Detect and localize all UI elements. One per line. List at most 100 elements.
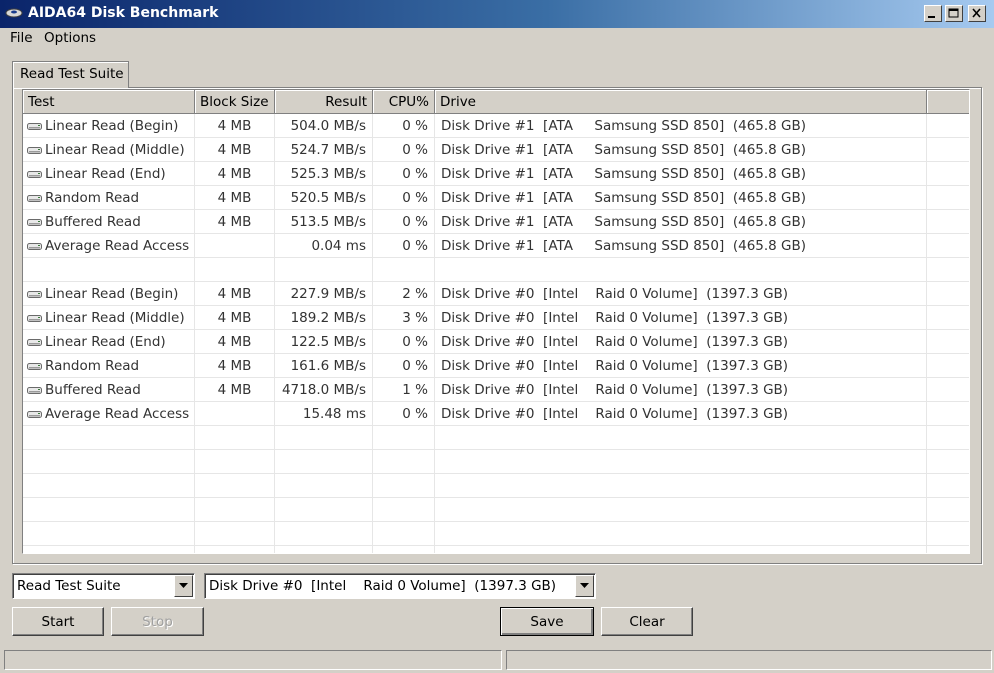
table-row[interactable] [23,498,969,522]
cell-test [23,498,195,521]
cell-cpu: 0 % [373,162,435,185]
table-row[interactable]: Linear Read (End) 4 MB 525.3 MB/s 0 % Disk D… [23,162,969,186]
table-row[interactable]: Linear Read (Middle) 4 MB 524.7 MB/s 0 % Dis… [23,138,969,162]
maximize-button[interactable] [945,5,963,22]
table-row[interactable] [23,450,969,474]
cell-test: Random Read [23,186,195,209]
test-name: Buffered Read [45,214,141,230]
clear-button[interactable]: Clear [601,607,693,636]
cell-filler [927,498,969,521]
close-button[interactable] [968,5,986,22]
cell-result: 524.7 MB/s [275,138,373,161]
hard-drive-icon [27,359,42,375]
test-name: Random Read [45,190,140,206]
menu-file[interactable]: File [8,30,35,46]
window-title: AIDA64 Disk Benchmark [28,5,219,21]
list-body: Linear Read (Begin) 4 MB 504.0 MB/s 0 % Disk… [23,114,969,553]
test-name: Average Read Access [45,406,190,422]
table-row[interactable]: Linear Read (Begin) 4 MB 227.9 MB/s 2 % Disk… [23,282,969,306]
column-header-test[interactable]: Test [23,90,195,114]
hard-drive-icon [27,335,42,351]
tab-label: Read Test Suite [20,66,124,82]
cell-test: Average Read Access [23,402,195,425]
status-pane-left [4,650,502,670]
test-name: Linear Read (Begin) [45,118,179,134]
cell-drive [435,426,927,449]
cell-result [275,450,373,473]
cell-result: 0.04 ms [275,234,373,257]
column-header-drive[interactable]: Drive [435,90,927,114]
minimize-button[interactable] [924,5,942,22]
cell-result [275,426,373,449]
cell-result: 504.0 MB/s [275,114,373,137]
cell-block-size [195,234,275,257]
table-row[interactable]: Buffered Read 4 MB 4718.0 MB/s 1 % Disk Driv… [23,378,969,402]
drive-dropdown-button[interactable] [575,575,594,597]
table-row[interactable] [23,474,969,498]
table-row[interactable]: Random Read 4 MB 520.5 MB/s 0 % Disk Drive #… [23,186,969,210]
cell-test: Linear Read (Begin) [23,282,195,305]
cell-block-size [195,402,275,425]
table-row[interactable] [23,546,969,553]
cell-drive [435,546,927,553]
save-button[interactable]: Save [500,607,594,636]
cell-test: Linear Read (Middle) [23,138,195,161]
cell-test: Buffered Read [23,378,195,401]
cell-result: 122.5 MB/s [275,330,373,353]
hard-drive-icon [27,239,42,255]
cell-cpu [373,546,435,553]
table-row[interactable]: Linear Read (Begin) 4 MB 504.0 MB/s 0 % Disk… [23,114,969,138]
cell-cpu: 0 % [373,330,435,353]
test-suite-select[interactable]: Read Test Suite [12,573,195,599]
table-row[interactable]: Random Read 4 MB 161.6 MB/s 0 % Disk Drive #… [23,354,969,378]
column-header-filler [927,90,969,114]
cell-filler [927,282,969,305]
cell-filler [927,426,969,449]
cell-result [275,522,373,545]
tab-read-test-suite[interactable]: Read Test Suite [12,61,129,88]
table-row[interactable]: Linear Read (End) 4 MB 122.5 MB/s 0 % Disk D… [23,330,969,354]
title-bar[interactable]: AIDA64 Disk Benchmark [0,0,994,28]
cell-test: Average Read Access [23,234,195,257]
test-name: Average Read Access [45,238,190,254]
table-row[interactable] [23,258,969,282]
table-row[interactable]: Buffered Read 4 MB 513.5 MB/s 0 % Disk Drive… [23,210,969,234]
table-row[interactable]: Linear Read (Middle) 4 MB 189.2 MB/s 3 % Dis… [23,306,969,330]
cell-drive: Disk Drive #1 [ATA Samsung SSD 850] (465… [435,138,927,161]
table-row[interactable] [23,426,969,450]
cell-result: 525.3 MB/s [275,162,373,185]
hard-drive-icon [27,167,42,183]
table-row[interactable]: Average Read Access 0.04 ms 0 % Disk Drive … [23,234,969,258]
cell-test: Linear Read (Middle) [23,306,195,329]
cell-block-size: 4 MB [195,186,275,209]
cell-drive: Disk Drive #1 [ATA Samsung SSD 850] (465… [435,114,927,137]
test-suite-select-value: Read Test Suite [17,578,121,594]
cell-filler [927,210,969,233]
column-header-result[interactable]: Result [275,90,373,114]
cell-filler [927,474,969,497]
column-header-block-size[interactable]: Block Size [195,90,275,114]
cell-drive: Disk Drive #1 [ATA Samsung SSD 850] (465… [435,186,927,209]
cell-block-size [195,474,275,497]
start-button[interactable]: Start [12,607,104,636]
results-list[interactable]: Test Block Size Result CPU% Drive Linear… [22,89,970,554]
drive-select[interactable]: Disk Drive #0 [Intel Raid 0 Volume] (139… [204,573,596,599]
table-row[interactable]: Average Read Access 15.48 ms 0 % Disk Drive… [23,402,969,426]
cell-cpu: 0 % [373,114,435,137]
cell-block-size: 4 MB [195,354,275,377]
table-row[interactable] [23,522,969,546]
cell-cpu: 0 % [373,354,435,377]
cell-cpu: 1 % [373,378,435,401]
test-suite-dropdown-button[interactable] [174,575,193,597]
cell-block-size: 4 MB [195,138,275,161]
cell-drive: Disk Drive #0 [Intel Raid 0 Volume] (139… [435,306,927,329]
cell-test [23,474,195,497]
cell-filler [927,258,969,281]
cell-cpu [373,522,435,545]
menu-options[interactable]: Options [42,30,98,46]
cell-result [275,474,373,497]
cell-filler [927,402,969,425]
cell-cpu [373,474,435,497]
column-header-cpu[interactable]: CPU% [373,90,435,114]
stop-button[interactable]: Stop [111,607,204,636]
